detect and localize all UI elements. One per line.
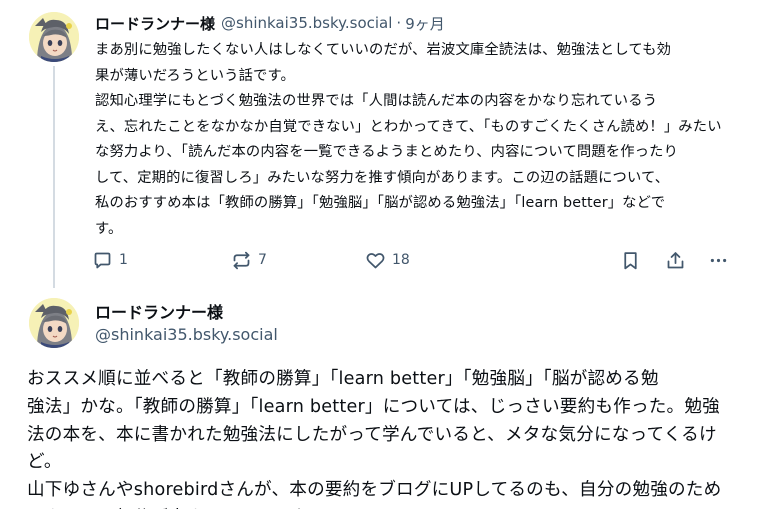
share-icon bbox=[667, 251, 684, 268]
handle[interactable]: @shinkai35.bsky.social bbox=[95, 325, 278, 344]
post-actions: 1 7 18 bbox=[92, 246, 740, 274]
repost-button[interactable]: 7 bbox=[231, 246, 267, 274]
avatar[interactable] bbox=[29, 12, 79, 62]
reply-button[interactable]: 1 bbox=[92, 246, 128, 274]
more-icon bbox=[710, 258, 727, 262]
separator: · bbox=[396, 14, 402, 32]
handle[interactable]: @shinkai35.bsky.social bbox=[221, 14, 392, 32]
post-text: おススメ順に並べると「教師の勝算」「learn better」「勉強脳」「脳が認… bbox=[27, 369, 722, 509]
avatar-illustration bbox=[29, 298, 79, 348]
heart-icon bbox=[366, 252, 385, 268]
post-text: まあ別に勉強したくない人はしなくていいのだが、岩波文庫全読法は、勉強法としても効… bbox=[95, 42, 722, 237]
share-button[interactable] bbox=[665, 246, 686, 274]
bookmark-button[interactable] bbox=[620, 246, 641, 274]
display-name[interactable]: ロードランナー様 bbox=[95, 299, 223, 323]
reply-count: 1 bbox=[119, 252, 128, 268]
repost-count: 7 bbox=[258, 252, 267, 268]
thread-line bbox=[53, 66, 55, 288]
post-header: ロードランナー様 @shinkai35.bsky.social · 9ヶ月 bbox=[95, 12, 445, 34]
more-options-button[interactable] bbox=[708, 246, 729, 274]
repost-icon bbox=[233, 251, 250, 269]
like-count: 18 bbox=[392, 252, 410, 268]
bookmark-icon bbox=[624, 251, 637, 269]
display-name[interactable]: ロードランナー様 bbox=[95, 13, 215, 34]
avatar-illustration bbox=[29, 12, 79, 62]
timestamp[interactable]: 9ヶ月 bbox=[405, 13, 445, 34]
like-button[interactable]: 18 bbox=[365, 246, 410, 274]
avatar[interactable] bbox=[29, 298, 79, 348]
reply-icon bbox=[94, 252, 111, 268]
